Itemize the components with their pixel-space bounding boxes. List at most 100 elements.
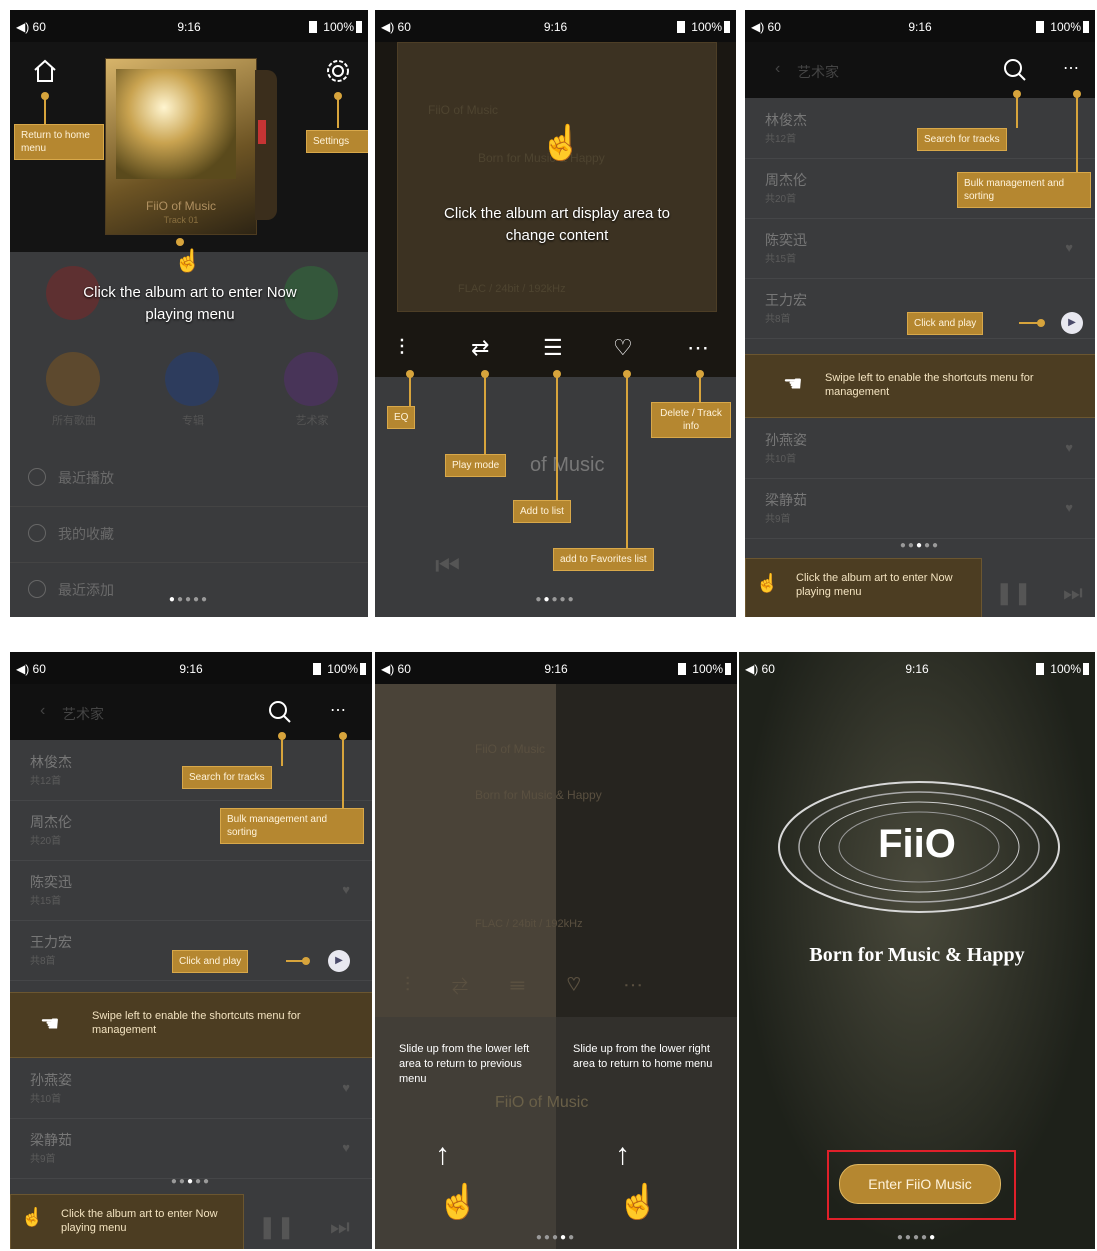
callout-eq: EQ [387,406,416,429]
callout-play-mode: Play mode [445,454,507,477]
gear-icon[interactable] [325,58,351,84]
album-art[interactable]: FiiO of Music Track 01 [105,58,257,235]
style-icon[interactable] [46,352,100,406]
callout-line [484,376,486,454]
callout-line [337,98,339,128]
callout-add-to-list: Add to list [513,500,571,523]
panel-splash: ◀) 60 9:16 100% FiiO Born for Music & Ha… [739,652,1095,1249]
album-art-display[interactable]: FiiO of Music Born for Music & Happy FLA… [397,42,717,312]
list-header: ‹ 艺术家 ⋯ [745,42,1095,98]
tap-hand-icon: ☝ [756,573,779,593]
behind-text: FiiO of Music [475,742,546,756]
page-indicator: ●●●●● [168,594,210,605]
callout-search: Search for tracks [917,128,1007,151]
repeat-icon[interactable]: ⇄ [471,335,489,361]
panel-now-playing: ◀) 60 9:16 100% FiiO of Music Born for M… [375,10,736,617]
album-title: FiiO of Music [145,199,216,213]
swipe-hand-icon: ☚ [783,371,803,396]
callout-line [409,376,411,406]
callout-favorites: add to Favorites list [553,548,654,571]
panel-gestures: ◀) 60 9:16 100% FiiO of Music Born for M… [375,652,737,1249]
album-icon[interactable] [165,352,219,406]
status-bar: ◀) 60 9:16 100% [375,652,737,684]
right-instruction: Slide up from the lower right area to re… [573,1043,713,1070]
status-bar: ◀) 60 9:16 100% [10,652,372,684]
tap-hand-icon: ☝ [540,124,583,162]
arrow-up-icon: ↑ [615,1138,630,1171]
album-subtitle: Track 01 [163,215,199,225]
behind-song: FiiO of Music [495,1094,589,1111]
play-button[interactable]: ▶ [328,950,350,972]
menu-item-favorites[interactable]: 我的收藏 [10,506,368,563]
toolbar-ghost: ⫶⇄☰♡⋯ [405,974,685,996]
panel-artist-list-2: ◀) 60 9:16 100% ‹ 艺术家 ⋯ 林俊杰 共12首 周杰伦 共20首 … [10,652,372,1249]
home-icon[interactable] [32,58,58,84]
back-icon[interactable]: ‹ [775,60,780,78]
list-item[interactable]: 梁静茹 共9首 ♥ [745,478,1095,539]
swipe-hand-icon: ☝ [617,1183,660,1221]
play-button[interactable]: ▶ [1061,312,1083,334]
enter-fiio-music-button[interactable]: Enter FiiO Music [839,1164,1001,1204]
search-icon[interactable] [268,700,292,724]
heart-icon[interactable]: ♡ [613,335,633,361]
swipe-hint: ☚ Swipe left to enable the shortcuts men… [10,992,372,1058]
battery-indicator: 100% [677,20,730,34]
callout-bulk: Bulk management and sorting [957,172,1091,208]
callout-settings: Settings [306,130,368,153]
next-icon[interactable]: ⏭ [1063,580,1083,606]
page-indicator: ●●●●● [535,594,576,605]
list-item[interactable]: 梁静茹 共9首 ♥ [10,1118,372,1179]
tap-hand-icon: ☝ [21,1207,44,1227]
more-icon[interactable]: ⋯ [687,335,709,361]
add-to-list-icon[interactable]: ☰ [543,335,563,361]
header-title: 艺术家 [797,64,839,80]
page-indicator: ●●●●● [896,1232,938,1243]
bottom-hint: ☝ Click the album art to enter Now playi… [745,558,982,617]
callout-dot [1037,319,1045,327]
header-title: 艺术家 [62,706,104,722]
pause-icon[interactable]: ❚❚ [258,1214,295,1240]
more-icon[interactable]: ⋯ [330,700,346,720]
callout-line [44,98,46,124]
prev-icon[interactable]: ⏮ [435,550,460,583]
status-bar: ◀) 60 9:16 100% [10,10,368,42]
battery-indicator: 100% [678,662,731,676]
grid-label: 艺术家 [295,415,329,427]
battery-indicator: 100% [313,662,366,676]
list-header: ‹ 艺术家 ⋯ [10,684,372,740]
page-indicator: ●●●●● [535,1232,577,1243]
menu-item-added[interactable]: 最近添加 [10,562,368,617]
bottom-hint: ☝ Click the album art to enter Now playi… [10,1194,244,1249]
behind-text: FLAC / 24bit / 192kHz [475,918,583,930]
disc-edge [255,70,277,220]
more-icon[interactable]: ⋯ [1063,58,1079,78]
list-item[interactable]: 孙燕姿 共10首 ♥ [745,418,1095,479]
battery-indicator: 100% [1036,662,1089,676]
list-item[interactable]: 孙燕姿 共10首 ♥ [10,1058,372,1119]
list-item[interactable]: 陈奕迅 共15首 ♥ [10,860,372,921]
callout-click-play: Click and play [172,950,249,973]
callout-dot [176,238,184,246]
grid-label: 专辑 [182,415,204,427]
callout-line [1016,96,1018,128]
swipe-hand-icon: ☚ [40,1011,60,1036]
battery-indicator: 100% [1036,20,1089,34]
pause-icon[interactable]: ❚❚ [995,580,1032,606]
search-icon[interactable] [1003,58,1027,82]
next-icon[interactable]: ⏭ [330,1214,350,1240]
playlist-icon[interactable] [284,352,338,406]
swipe-hand-icon: ☝ [437,1183,480,1221]
arrow-up-icon: ↑ [435,1138,450,1171]
page-indicator: ●●●●● [899,540,941,551]
instruction-text: Click the album art to enter Now playing… [83,284,297,323]
status-bar: ◀) 60 9:16 100% [739,652,1095,684]
callout-line [1076,96,1078,172]
callout-line [699,376,701,402]
callout-delete: Delete / Track info [651,402,731,438]
panel-artist-list: ◀) 60 9:16 100% ‹ 艺术家 ⋯ 林俊杰 共12首 周杰伦 共20首 … [745,10,1095,617]
back-icon[interactable]: ‹ [40,702,45,720]
left-instruction: Slide up from the lower left area to ret… [399,1043,530,1085]
eq-icon[interactable]: ⫶ [399,335,405,361]
list-item[interactable]: 陈奕迅 共15首 ♥ [745,218,1095,279]
menu-item-recent[interactable]: 最近播放 [10,450,368,507]
